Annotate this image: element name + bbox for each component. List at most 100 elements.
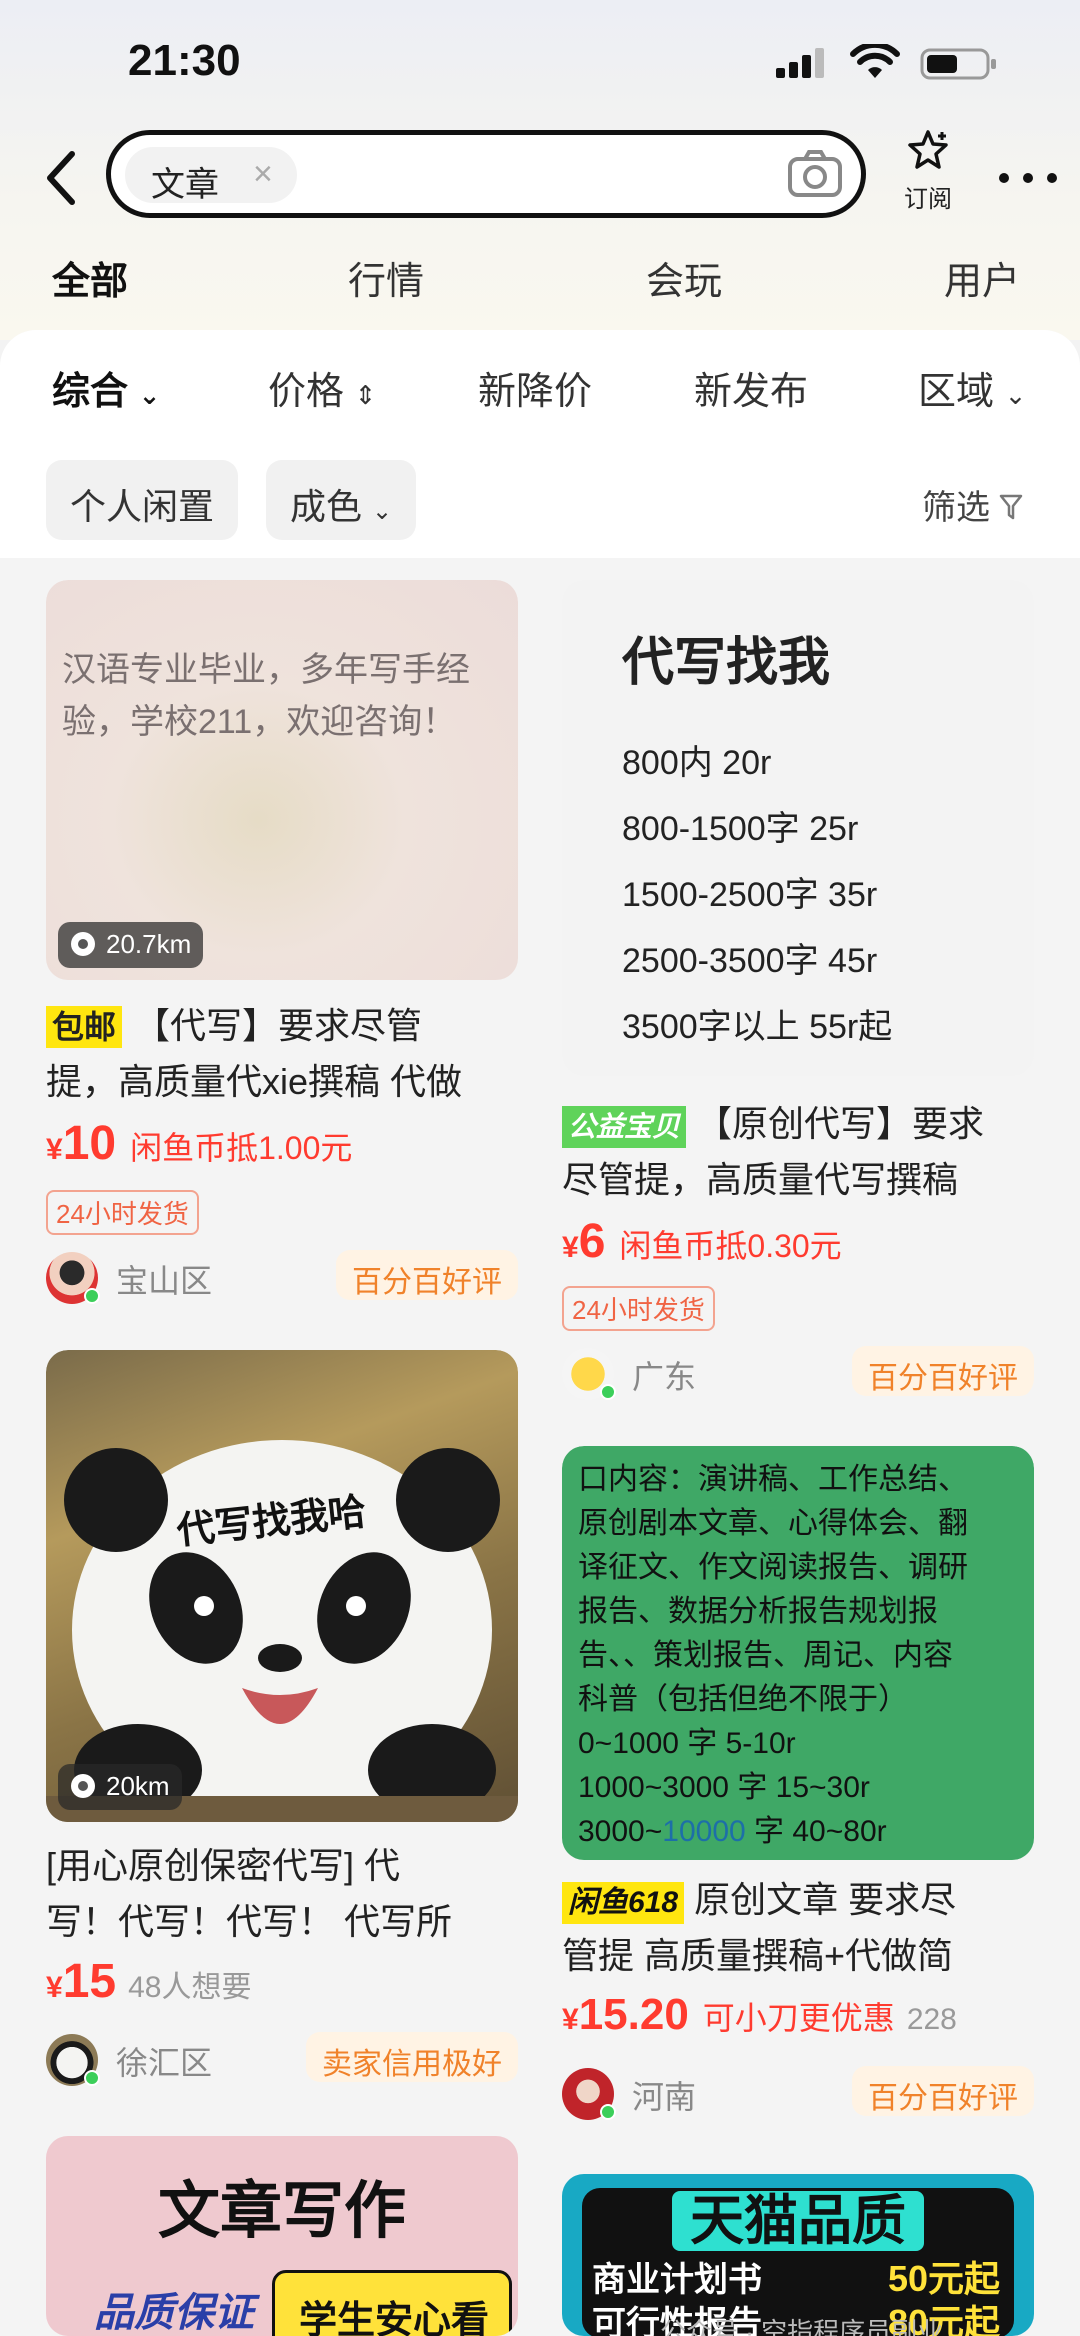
listing-title: 闲鱼618 原创文章 要求尽 管提 高质量撰稿+代做简 [562, 1872, 1034, 1984]
cellular-signal-icon [776, 48, 824, 78]
sort-comprehensive[interactable]: 综合 ⌄ [52, 360, 160, 415]
listing-card[interactable]: 口内容：演讲稿、工作总结、 原创剧本文章、心得体会、翻 译征文、作文阅读报告、调… [562, 1446, 1034, 2126]
seller-row: 徐汇区 卖家信用极好 [46, 2030, 518, 2090]
subscribe-button[interactable]: 订阅 [890, 128, 966, 214]
filter-button[interactable]: 筛选 [922, 480, 1023, 529]
title-line: 原创文章 要求尽 [694, 1879, 957, 1920]
subscribe-star-icon [908, 130, 948, 169]
charity-tag: 公益宝贝 [562, 1106, 687, 1148]
sort-new-release[interactable]: 新发布 [694, 360, 808, 415]
distance-badge: 20km [58, 1764, 182, 1810]
filter-personal[interactable]: 个人闲置 [46, 460, 239, 540]
title-line: 【原创代写】要求 [696, 1103, 985, 1144]
price-row: ¥15 48人想要 [46, 1954, 251, 2009]
rating-badge: 百分百好评 [852, 1346, 1034, 1396]
more-icon[interactable] [998, 172, 1058, 184]
rating-badge: 百分百好评 [852, 2066, 1034, 2116]
filter-label: 筛选 [922, 489, 990, 527]
shipping-badge: 24小时发货 [46, 1190, 199, 1235]
free-shipping-tag: 包邮 [46, 1006, 123, 1048]
service-line-part: 字 40~80r [745, 1815, 887, 1848]
want-count: 228 [906, 2003, 957, 2036]
tab-market[interactable]: 行情 [348, 250, 424, 305]
chevron-down-icon: ⌄ [1004, 380, 1027, 410]
currency-symbol: ¥ [46, 1971, 63, 2004]
distance-text: 20km [106, 1771, 170, 1801]
service-line: 3000~10000 字 40~80r [578, 1810, 1034, 1854]
currency-symbol: ¥ [562, 2003, 579, 2036]
price: 15.20 [578, 1990, 689, 2039]
sort-updown-icon: ⇕ [354, 380, 377, 410]
search-query-text: 文章 [151, 166, 219, 204]
service-line: 译征文、作文阅读报告、调研 [578, 1551, 968, 1584]
title-line: 尽管提，高质量代写撰稿 [562, 1159, 959, 1200]
currency-symbol: ¥ [46, 1133, 63, 1166]
title-line: [用心原创保密代写] 代 [46, 1845, 401, 1886]
sort-price-drop[interactable]: 新降价 [478, 360, 592, 415]
seller-location: 宝山区 [116, 1263, 213, 1299]
chevron-down-icon: ⌄ [372, 498, 393, 525]
seller-row: 广东 百分百好评 [562, 1344, 1034, 1400]
service-list: 口内容：演讲稿、工作总结、 原创剧本文章、心得体会、翻 译征文、作文阅读报告、调… [578, 1458, 1034, 1854]
listing-title: [用心原创保密代写] 代 写！代写！代写！ 代写所 [46, 1838, 518, 1950]
camera-icon[interactable] [787, 149, 843, 199]
promo-text: 可小刀更优惠 [702, 2000, 895, 2036]
image-title: 代写找我 [622, 634, 831, 692]
listing-card[interactable]: 代写找我 800内 20r 800-1500字 25r 1500-2500字 3… [562, 580, 1034, 1400]
coin-discount: 闲鱼币抵1.00元 [130, 1130, 353, 1166]
search-query-chip[interactable]: 文章 × [125, 147, 297, 204]
seller-row: 河南 百分百好评 [562, 2064, 1034, 2124]
seller-location: 广东 [632, 1359, 697, 1395]
tab-users[interactable]: 用户 [944, 250, 1020, 305]
sort-label: 价格 [268, 371, 345, 413]
image-text: 汉语专业毕业，多年写手经验，学校211，欢迎咨询！ [62, 651, 470, 741]
filter-condition-label: 成色 [290, 486, 363, 527]
price: 10 [62, 1117, 117, 1170]
price-list-line: 3500字以上 55r起 [622, 1008, 893, 1046]
seller-location: 河南 [632, 2079, 697, 2115]
want-count: 48人想要 [128, 1971, 252, 2004]
sort-region[interactable]: 区域 ⌄ [918, 360, 1026, 415]
distance-text: 20.7km [106, 929, 192, 959]
listing-card[interactable]: 汉语专业毕业，多年写手经验，学校211，欢迎咨询！ 20.7km 包邮 【代写】要… [46, 580, 518, 1310]
clear-query-icon[interactable]: × [253, 155, 273, 194]
distance-badge: 20.7km [58, 922, 204, 968]
rating-badge: 百分百好评 [336, 1250, 518, 1300]
listing-title: 包邮 【代写】要求尽管 提，高质量代xie撰稿 代做 [46, 998, 518, 1110]
price: 15 [62, 1955, 117, 2008]
banner-title: 文章写作 [157, 2177, 406, 2246]
listing-card[interactable]: 文章写作 品质保证 学生安心看 [46, 2136, 518, 2336]
watermark: 公众号 · 空指程序员副业 [660, 2317, 944, 2336]
price: 6 [578, 1215, 606, 1268]
service-line: 0~1000 字 5-10r [578, 1727, 796, 1760]
status-bar: 21:30 [0, 0, 1080, 120]
sort-price[interactable]: 价格 ⇕ [268, 360, 376, 415]
battery-icon [920, 48, 996, 80]
location-pin-icon [71, 932, 95, 956]
rating-badge: 卖家信用极好 [306, 2032, 518, 2082]
online-dot [600, 2104, 616, 2120]
filter-condition[interactable]: 成色 ⌄ [266, 460, 417, 540]
online-dot [600, 1384, 616, 1400]
listing-image: 汉语专业毕业，多年写手经验，学校211，欢迎咨询！ 20.7km [46, 580, 518, 980]
listing-card[interactable]: 代写找我哈 20km [用心原创保密代写] 代 写！代写！代写！ 代写所 ¥15… [46, 1350, 518, 2090]
search-input[interactable]: 文章 × [106, 130, 866, 218]
tab-fun[interactable]: 会玩 [646, 250, 722, 305]
wifi-icon [850, 44, 900, 78]
price-row: ¥6 闲鱼币抵0.30元 [562, 1214, 842, 1269]
currency-symbol: ¥ [562, 1231, 579, 1264]
price-list-line: 800内 20r [622, 744, 772, 782]
service-line-highlight: 10000 [662, 1815, 746, 1848]
listing-title: 公益宝贝 【原创代写】要求 尽管提，高质量代写撰稿 [562, 1096, 1034, 1208]
promo-618-tag: 闲鱼618 [562, 1882, 685, 1924]
category-tabs: 全部 行情 会玩 用户 [0, 250, 1080, 320]
price-list-line: 2500-3500字 45r [622, 942, 878, 980]
tab-all[interactable]: 全部 [50, 250, 138, 305]
quality-badge: 品质保证 [94, 2291, 254, 2335]
online-dot [84, 2070, 100, 2086]
sort-label: 区域 [918, 371, 995, 413]
chevron-down-icon: ⌄ [138, 380, 161, 410]
price-row: ¥10 闲鱼币抵1.00元 [46, 1116, 352, 1171]
back-icon[interactable] [42, 150, 82, 206]
funnel-icon [1000, 494, 1023, 520]
